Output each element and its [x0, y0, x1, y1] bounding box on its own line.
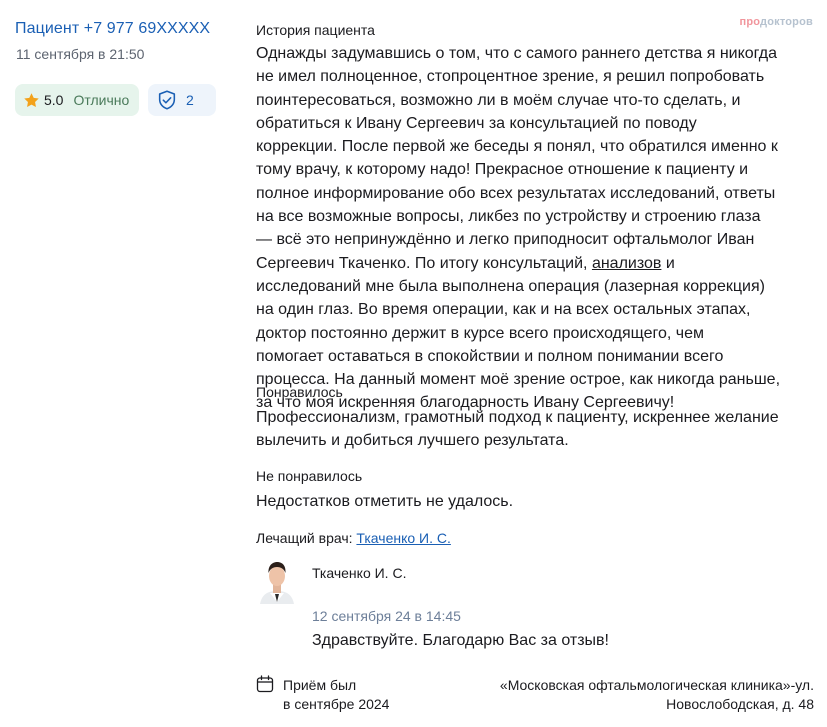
history-heading: История пациента	[256, 22, 375, 38]
doctor-avatar	[256, 556, 298, 604]
analyses-link[interactable]: анализов	[592, 255, 661, 272]
star-icon	[24, 92, 39, 107]
clinic-address[interactable]: «Московская офтальмологическая клиника»-…	[500, 676, 814, 714]
rating-label: Отлично	[73, 92, 130, 108]
review-date: 11 сентября в 21:50	[16, 46, 145, 62]
disliked-heading: Не понравилось	[256, 468, 363, 484]
history-text: Однажды задумавшись о том, что с самого …	[256, 45, 781, 412]
liked-text: Профессионализм, грамотный подход к паци…	[256, 409, 779, 450]
prodoctorov-logo: продокторов	[739, 16, 813, 28]
liked-heading: Понравилось	[256, 384, 343, 400]
reply-author: Ткаченко И. С.	[312, 565, 407, 581]
calendar-icon	[256, 675, 274, 693]
reply-date: 12 сентября 24 в 14:45	[312, 608, 461, 624]
doctor-link[interactable]: Ткаченко И. С.	[356, 530, 450, 546]
verified-count: 2	[186, 92, 194, 108]
attending-doctor-label: Лечащий врач:	[256, 530, 353, 546]
rating-value: 5.0	[44, 92, 64, 108]
attending-doctor: Лечащий врач: Ткаченко И. С.	[256, 530, 451, 546]
patient-name[interactable]: Пациент +7 977 69XXXXX	[15, 20, 210, 38]
visit-info: Приём был в сентябре 2024	[283, 677, 390, 712]
reply-text: Здравствуйте. Благодарю Вас за отзыв!	[312, 632, 609, 649]
disliked-text: Недостатков отметить не удалось.	[256, 493, 514, 510]
verified-badge[interactable]: 2	[148, 84, 216, 116]
rating-badge: 5.0 Отлично	[15, 84, 139, 116]
shield-check-icon	[158, 90, 176, 110]
